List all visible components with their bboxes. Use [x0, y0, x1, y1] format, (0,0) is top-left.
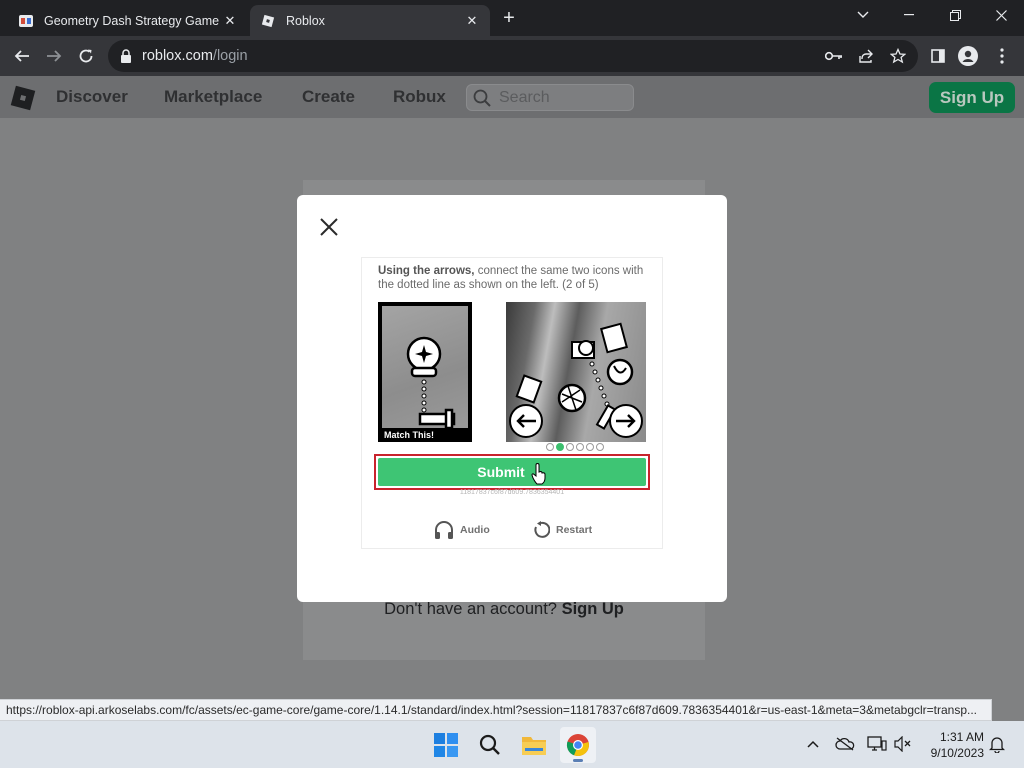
session-id: 11817837c6f87d609.7836354401: [459, 489, 565, 496]
search-icon: [473, 89, 491, 107]
volume-muted-icon[interactable]: [892, 733, 914, 755]
url-path: /login: [212, 48, 248, 64]
example-pair-icon: [406, 336, 456, 430]
nav-create[interactable]: Create: [302, 87, 355, 107]
address-bar[interactable]: roblox.com/login: [108, 40, 918, 72]
captcha-challenge: Using the arrows, connect the same two i…: [361, 257, 663, 549]
restart-icon: [534, 521, 550, 538]
match-this-label: Match This!: [384, 430, 435, 440]
kebab-menu-icon[interactable]: [992, 46, 1012, 66]
audio-label: Audio: [460, 524, 490, 536]
submit-label: Submit: [477, 464, 525, 480]
key-icon[interactable]: [824, 46, 844, 66]
header-sign-up-button[interactable]: Sign Up: [929, 82, 1015, 113]
url-text: roblox.com/login: [142, 48, 248, 64]
submit-highlight: Submit: [374, 454, 650, 490]
search-input[interactable]: Search: [466, 84, 634, 111]
progress-dot: [546, 443, 554, 451]
clock-date: 9/10/2023: [930, 746, 984, 760]
network-icon[interactable]: [866, 733, 888, 755]
tab-title: Roblox: [286, 13, 325, 28]
lock-icon: [121, 49, 131, 63]
system-clock[interactable]: 1:31 AM 9/10/2023: [918, 729, 984, 761]
notification-bell-icon[interactable]: [986, 733, 1008, 755]
browser-toolbar: roblox.com/login: [0, 36, 1024, 76]
audio-button[interactable]: Audio: [434, 521, 490, 539]
nav-discover[interactable]: Discover: [56, 87, 128, 107]
tray-chevron-up-icon[interactable]: [802, 733, 824, 755]
clock-time: 1:31 AM: [939, 730, 984, 744]
no-account-prompt: Don't have an account? Sign Up: [303, 600, 705, 619]
close-window-icon[interactable]: [978, 0, 1024, 30]
share-icon[interactable]: [856, 46, 876, 66]
progress-dot: [596, 443, 604, 451]
sign-up-link[interactable]: Sign Up: [562, 600, 624, 618]
submit-button[interactable]: Submit: [378, 458, 646, 486]
url-host: roblox.com: [142, 48, 213, 64]
match-example-image: Match This!: [378, 302, 472, 442]
profile-avatar-icon[interactable]: [958, 46, 978, 66]
captcha-instructions: Using the arrows, connect the same two i…: [378, 264, 652, 292]
side-panel-icon[interactable]: [928, 46, 948, 66]
roblox-favicon-icon: [261, 14, 275, 27]
geometry-dash-favicon-icon: [19, 14, 33, 27]
arrow-left-icon: [516, 414, 536, 428]
search-icon[interactable]: [472, 727, 508, 763]
restart-button[interactable]: Restart: [532, 521, 592, 539]
captcha-modal: Using the arrows, connect the same two i…: [297, 195, 727, 602]
roblox-logo-icon[interactable]: [9, 84, 37, 112]
minimize-icon[interactable]: [886, 0, 932, 30]
back-arrow-icon[interactable]: [8, 42, 36, 70]
nav-marketplace[interactable]: Marketplace: [164, 87, 262, 107]
progress-dot: [576, 443, 584, 451]
search-placeholder: Search: [499, 88, 550, 106]
bookmark-star-icon[interactable]: [888, 46, 908, 66]
tab-roblox[interactable]: Roblox ✕: [250, 5, 490, 36]
reload-icon[interactable]: [72, 42, 100, 70]
roblox-header: Discover Marketplace Create Robux Search…: [0, 76, 1024, 118]
headphones-icon: [435, 521, 453, 539]
tab-geometry-dash[interactable]: Geometry Dash Strategy Game - ✕: [8, 5, 248, 36]
forward-arrow-icon[interactable]: [40, 42, 68, 70]
onedrive-icon[interactable]: [834, 733, 856, 755]
tab-close-icon[interactable]: ✕: [464, 13, 480, 29]
captcha-puzzle-image: [506, 302, 646, 442]
no-account-text: Don't have an account?: [384, 600, 557, 618]
chrome-icon[interactable]: [560, 727, 596, 763]
tab-close-icon[interactable]: ✕: [222, 13, 238, 29]
restart-label: Restart: [556, 524, 593, 536]
left-arrow-button[interactable]: [509, 404, 543, 438]
hand-cursor-icon: [531, 463, 546, 485]
restore-icon[interactable]: [932, 0, 978, 30]
tab-title: Geometry Dash Strategy Game -: [44, 13, 222, 28]
new-tab-button[interactable]: +: [498, 7, 520, 29]
close-icon[interactable]: [317, 215, 341, 239]
windows-start-icon[interactable]: [428, 727, 464, 763]
browser-tab-strip: Geometry Dash Strategy Game - ✕ Roblox ✕…: [0, 0, 1024, 36]
file-explorer-icon[interactable]: [516, 727, 552, 763]
arrow-right-icon: [616, 414, 636, 428]
link-status-bar: https://roblox-api.arkoselabs.com/fc/ass…: [0, 699, 992, 721]
taskbar: 1:31 AM 9/10/2023: [0, 721, 1024, 768]
progress-dot: [566, 443, 574, 451]
instruction-bold: Using the arrows,: [378, 265, 475, 277]
progress-dot: [586, 443, 594, 451]
progress-dot-current: [556, 443, 564, 451]
tab-search-chevron-icon[interactable]: [840, 0, 886, 30]
nav-robux[interactable]: Robux: [393, 87, 446, 107]
captcha-progress-dots: [546, 443, 604, 451]
right-arrow-button[interactable]: [609, 404, 643, 438]
